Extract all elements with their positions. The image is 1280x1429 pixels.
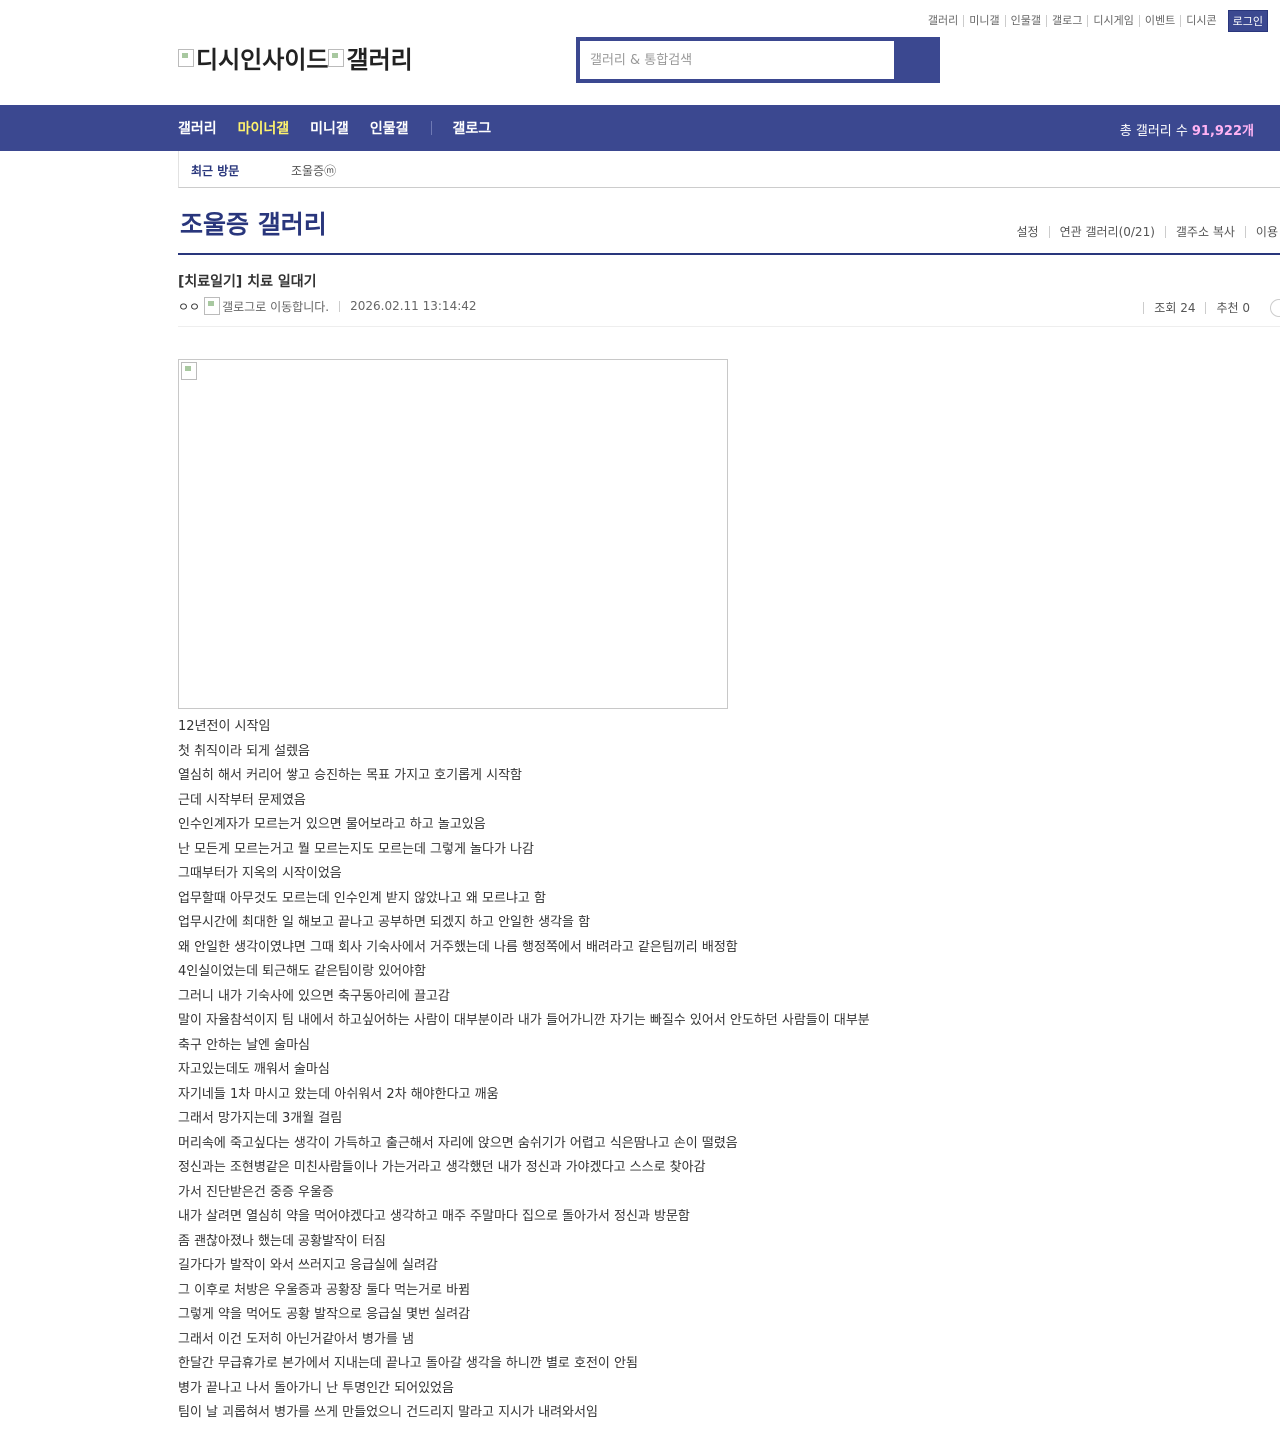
post-info: ㅇㅇ 갤로그로 이동합니다. 2026.02.11 13:14:42	[178, 297, 477, 315]
broken-image-icon	[178, 48, 194, 67]
top-link-gallery[interactable]: 갤러리	[923, 15, 963, 27]
nav-minigall[interactable]: 미니갤	[310, 118, 349, 138]
gallery-settings-link[interactable]: 설정	[1006, 226, 1048, 238]
post-title: [치료일기] 치료 일대기	[178, 274, 317, 290]
nav-gallog[interactable]: 갤로그	[452, 118, 491, 138]
nav-gallery[interactable]: 갤러리	[178, 118, 217, 138]
recent-visits-label[interactable]: 최근 방문	[191, 162, 239, 179]
recent-visits-bar: 최근 방문 조울증ⓜ	[178, 151, 1280, 188]
post-body-line: 근데 시작부터 문제였음	[178, 792, 306, 808]
total-count: 91,922개	[1191, 124, 1254, 139]
post-body-line: 그러니 내가 기숙사에 있으면 축구동아리에 끌고감	[178, 988, 450, 1004]
post-body-line: 4인실이었는데 퇴근해도 같은팀이랑 있어야함	[178, 964, 426, 979]
post-body-line: 정신과는 조현병같은 미친사람들이나 가는거라고 생각했던 내가 정신과 가야겠…	[178, 1160, 706, 1175]
broken-image-icon	[181, 362, 197, 380]
post-body-line: 축구 안하는 날엔 술마심	[178, 1037, 310, 1053]
gallog-link-text[interactable]: 갤로그로 이동합니다.	[222, 298, 329, 315]
post-body-line: 팀이 날 괴롭혀서 병가를 쓰게 만들었으니 건드리지 말라고 지시가 내려와서…	[178, 1405, 598, 1420]
post-body-line: 가서 진단받은건 중증 우울증	[178, 1184, 334, 1200]
top-link-event[interactable]: 이벤트	[1138, 15, 1180, 27]
related-gallery-link[interactable]: 연관 갤러리(0/21)	[1048, 226, 1165, 238]
post-body-line: 병가 끝나고 나서 돌아가니 난 투명인간 되어있었음	[178, 1380, 454, 1396]
site-logo[interactable]: 디시인사이드 갤러리	[178, 40, 413, 75]
logo-text-gallery: 갤러리	[346, 46, 413, 74]
post-body-line: 그래서 이건 도저히 아닌거같아서 병가를 냄	[178, 1331, 414, 1347]
post-body-line: 자기네들 1차 마시고 왔는데 아쉬워서 2차 해야한다고 깨움	[178, 1086, 499, 1102]
login-button[interactable]: 로그인	[1227, 10, 1268, 32]
post-body-line: 그때부터가 지옥의 시작이었음	[178, 866, 342, 881]
post-body-line: 좀 괜찮아졌나 했는데 공황발작이 터짐	[178, 1233, 386, 1249]
post-body-line: 업무할때 아무것도 모르는데 인수인계 받지 않았나고 왜 모르냐고 함	[178, 890, 546, 906]
total-label: 총 갤러리 수	[1119, 124, 1188, 139]
nav-minorgall[interactable]: 마이너갤	[238, 118, 290, 138]
copy-gallery-address-link[interactable]: 갤주소 복사	[1164, 226, 1245, 238]
post-body-line: 열심히 해서 커리어 쌓고 승진하는 목표 가지고 호기롭게 시작함	[178, 768, 523, 783]
post-body-line: 12년전이 시작임	[178, 719, 271, 734]
top-link-gallog[interactable]: 갤로그	[1046, 15, 1087, 27]
post-header-divider	[178, 326, 1280, 327]
post-image	[178, 359, 728, 709]
post-body-line: 인수인계자가 모르는거 있으면 물어보라고 하고 놀고있음	[178, 817, 486, 832]
post-body-line: 한달간 무급휴가로 본가에서 지내는데 끝나고 돌아갈 생각을 하니깐 별로 호…	[178, 1356, 638, 1371]
post-stats: 조회 24 추천 0	[1143, 299, 1280, 317]
broken-image-icon	[328, 48, 345, 67]
post-views: 조회 24	[1143, 302, 1205, 314]
post-body-line: 그래서 망가지는데 3개월 걸림	[178, 1111, 343, 1126]
top-link-persongall[interactable]: 인물갤	[1004, 15, 1046, 27]
post-body-line: 업무시간에 최대한 일 해보고 끝나고 공부하면 되겠지 하고 안일한 생각을 …	[178, 915, 591, 930]
post-body-line: 자고있는데도 깨워서 술마심	[178, 1062, 330, 1077]
post-body-line: 길가다가 발작이 와서 쓰러지고 응급실에 실려감	[178, 1258, 438, 1273]
search-button[interactable]	[896, 37, 940, 83]
share-button[interactable]	[1270, 299, 1280, 317]
gallery-menu: 설정 연관 갤러리(0/21) 갤주소 복사 이용	[1006, 226, 1280, 238]
post-body-line: 그렇게 약을 먹어도 공황 발작으로 응급실 몇번 실려감	[178, 1307, 471, 1322]
info-divider	[339, 300, 341, 312]
post-body-line: 왜 안일한 생각이였냐면 그때 회사 기숙사에서 거주했는데 나름 행정쪽에서 …	[178, 939, 738, 955]
logo-text-dcinside: 디시인사이드	[196, 46, 329, 74]
recent-visit-item[interactable]: 조울증ⓜ	[291, 162, 336, 179]
post-recommend: 추천 0	[1205, 302, 1260, 314]
nav-divider	[431, 121, 433, 135]
gallery-title-divider	[178, 253, 1280, 255]
post-body-line: 내가 살려면 열심히 약을 먹어야겠다고 생각하고 매주 주말마다 집으로 돌아…	[178, 1209, 690, 1224]
top-links: 갤러리 미니갤 인물갤 갤로그 디시게임 이벤트 디시콘 로그인	[923, 10, 1268, 32]
post-body: 12년전이 시작임첫 취직이라 되게 설렜음열심히 해서 커리어 쌓고 승진하는…	[178, 716, 870, 1427]
main-nav: 갤러리 마이너갤 미니갤 인물갤 갤로그 총 갤러리 수 91,922개	[0, 105, 1280, 151]
top-link-dcgame[interactable]: 디시게임	[1087, 15, 1138, 27]
total-gallery-count: 총 갤러리 수 91,922개	[1120, 120, 1254, 139]
post-body-line: 첫 취직이라 되게 설렜음	[178, 743, 310, 759]
post-body-line: 말이 자율참석이지 팀 내에서 하고싶어하는 사람이 대부분이라 내가 들어가니…	[178, 1013, 870, 1028]
post-author[interactable]: ㅇㅇ	[178, 298, 200, 315]
post-date: 2026.02.11 13:14:42	[350, 299, 477, 313]
search-box	[576, 37, 940, 83]
gallery-usage-link[interactable]: 이용	[1244, 226, 1280, 238]
top-link-minigall[interactable]: 미니갤	[963, 15, 1004, 27]
search-input[interactable]	[580, 41, 894, 79]
top-link-dccon[interactable]: 디시콘	[1180, 15, 1221, 27]
nav-persongall[interactable]: 인물갤	[370, 118, 409, 138]
gallery-title[interactable]: 조울증 갤러리	[180, 205, 327, 241]
post-body-line: 난 모든게 모르는거고 뭘 모르는지도 모르는데 그렇게 놀다가 나감	[178, 841, 534, 857]
post-body-line: 머리속에 죽고싶다는 생각이 가득하고 출근해서 자리에 앉으면 숨쉬기가 어렵…	[178, 1135, 738, 1151]
gallog-icon[interactable]	[204, 297, 221, 315]
post-body-line: 그 이후로 처방은 우울증과 공황장 둘다 먹는거로 바뀜	[178, 1282, 471, 1298]
